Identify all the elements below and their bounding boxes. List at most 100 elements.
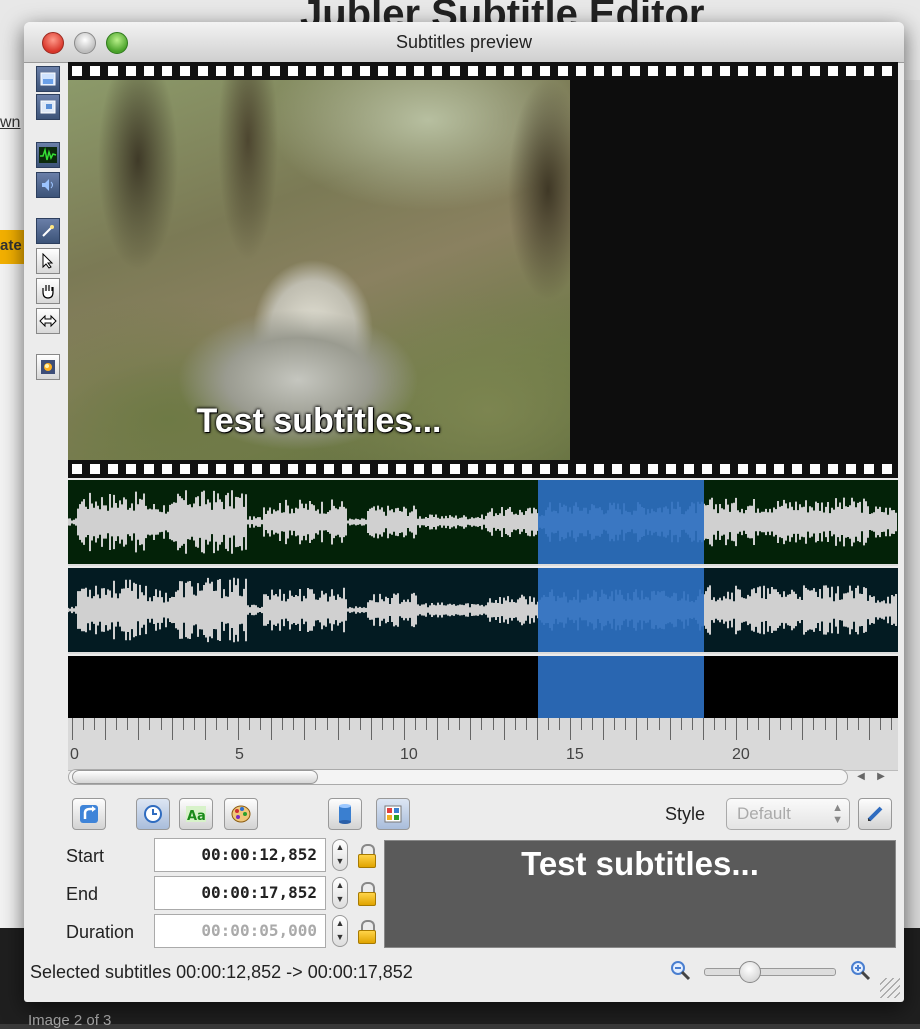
ruler-tick [625, 718, 627, 730]
ruler-tick [492, 718, 494, 730]
timeline-scrollbar[interactable]: ◀ ▶ [68, 766, 898, 788]
status-text: Selected subtitles 00:00:12,852 -> 00:00… [30, 962, 413, 982]
video-subtitle-overlay: Test subtitles... [196, 402, 442, 440]
subtitle-track[interactable] [68, 656, 898, 718]
ruler-tick [780, 718, 782, 730]
end-time-field[interactable]: 00:00:17,852 [154, 876, 326, 910]
duration-stepper[interactable]: ▲ ▼ [332, 915, 348, 947]
select-arrows-icon: ▲ ▼ [832, 802, 843, 826]
style-select[interactable]: Default ▲ ▼ [726, 798, 850, 830]
waveform-channel-2[interactable] [68, 568, 898, 652]
subtitle-text-preview[interactable]: Test subtitles... [384, 840, 896, 948]
ruler-tick [536, 718, 538, 740]
scroll-right-icon[interactable]: ▶ [874, 770, 888, 784]
scrollbar-thumb[interactable] [72, 770, 318, 784]
ruler-tick [470, 718, 472, 740]
video-alt-icon[interactable] [36, 94, 60, 120]
title-bar[interactable]: Subtitles preview [24, 22, 904, 63]
waveform-separator [68, 652, 898, 654]
text-icon[interactable]: Aa [179, 798, 213, 830]
end-time-stepper[interactable]: ▲ ▼ [332, 877, 348, 909]
grid-icon[interactable] [376, 798, 410, 830]
window-title: Subtitles preview [395, 32, 533, 52]
ruler-tick [846, 718, 848, 730]
video-icon[interactable] [36, 66, 60, 92]
duration-field[interactable]: 00:00:05,000 [154, 914, 326, 948]
time-ruler[interactable]: 0 5 10 15 20 [68, 718, 898, 771]
ruler-tick [381, 718, 383, 730]
ruler-tick [127, 718, 129, 730]
zoom-in-icon[interactable] [850, 960, 872, 982]
video-frame[interactable]: Test subtitles... [68, 80, 570, 460]
effects-icon[interactable] [36, 354, 60, 380]
hand-icon[interactable] [36, 278, 60, 304]
ruler-tick [802, 718, 804, 740]
pencil-icon[interactable] [858, 798, 892, 830]
ruler-tick [249, 718, 251, 730]
scroll-left-icon[interactable]: ◀ [854, 770, 868, 784]
duration-lock-icon[interactable] [358, 920, 376, 944]
zoom-out-icon[interactable] [670, 960, 692, 982]
ruler-tick [94, 718, 96, 730]
ruler-tick [680, 718, 682, 730]
subtitles-preview-window: Subtitles preview Test subtitles... 0 5 … [24, 22, 904, 1002]
clock-icon[interactable] [136, 798, 170, 830]
end-lock-icon[interactable] [358, 882, 376, 906]
ruler-tick [769, 718, 771, 740]
ruler-label: 15 [566, 746, 584, 763]
subtitle-block[interactable] [538, 656, 704, 718]
ruler-tick [315, 718, 317, 730]
ruler-tick [791, 718, 793, 730]
start-label: Start [66, 846, 105, 866]
waveform-icon[interactable] [36, 142, 60, 168]
cylinder-icon[interactable] [328, 798, 362, 830]
background-link-fragment: wn [0, 114, 21, 131]
ruler-tick [702, 718, 704, 740]
resize-icon[interactable] [36, 308, 60, 334]
resize-grip[interactable] [880, 978, 900, 998]
ruler-label: 0 [70, 746, 79, 763]
style-select-value: Default [737, 804, 791, 823]
waveform-channel-1[interactable] [68, 480, 898, 564]
start-time-stepper[interactable]: ▲ ▼ [332, 839, 348, 871]
ruler-tick [879, 718, 881, 730]
subtitle-selection-region[interactable] [538, 568, 704, 652]
ruler-tick [758, 718, 760, 730]
ruler-tick [160, 718, 162, 730]
subtitle-selection-region[interactable] [538, 480, 704, 564]
ruler-tick [392, 718, 394, 730]
ruler-tick [647, 718, 649, 730]
start-time-field[interactable]: 00:00:12,852 [154, 838, 326, 872]
ruler-tick [747, 718, 749, 730]
ruler-tick [570, 718, 571, 740]
ruler-tick [215, 718, 217, 730]
ruler-tick [636, 718, 638, 740]
audio-icon[interactable] [36, 172, 60, 198]
ruler-tick [116, 718, 118, 730]
ruler-tick [868, 718, 870, 740]
magic-wand-icon[interactable] [36, 218, 60, 244]
ruler-tick [857, 718, 859, 730]
background-caption: Image 2 of 3 [28, 1012, 112, 1029]
ruler-tick [459, 718, 461, 730]
ruler-tick [736, 718, 737, 740]
background-fragment: ate [0, 237, 22, 254]
zoom-slider[interactable] [704, 961, 836, 983]
waveform-separator [68, 564, 898, 566]
end-label: End [66, 884, 99, 904]
ruler-tick [138, 718, 140, 740]
ruler-tick [835, 718, 837, 740]
ruler-tick [359, 718, 361, 730]
ruler-tick [448, 718, 450, 730]
ruler-tick [558, 718, 560, 730]
start-lock-icon[interactable] [358, 844, 376, 868]
arrow-pointer-icon[interactable] [36, 248, 60, 274]
ruler-tick [304, 718, 306, 740]
ruler-tick [182, 718, 184, 730]
zoom-slider-knob[interactable] [739, 961, 761, 983]
ruler-tick [238, 718, 239, 740]
ruler-tick [503, 718, 505, 740]
palette-icon[interactable] [224, 798, 258, 830]
undo-icon[interactable] [72, 798, 106, 830]
ruler-tick [824, 718, 826, 730]
